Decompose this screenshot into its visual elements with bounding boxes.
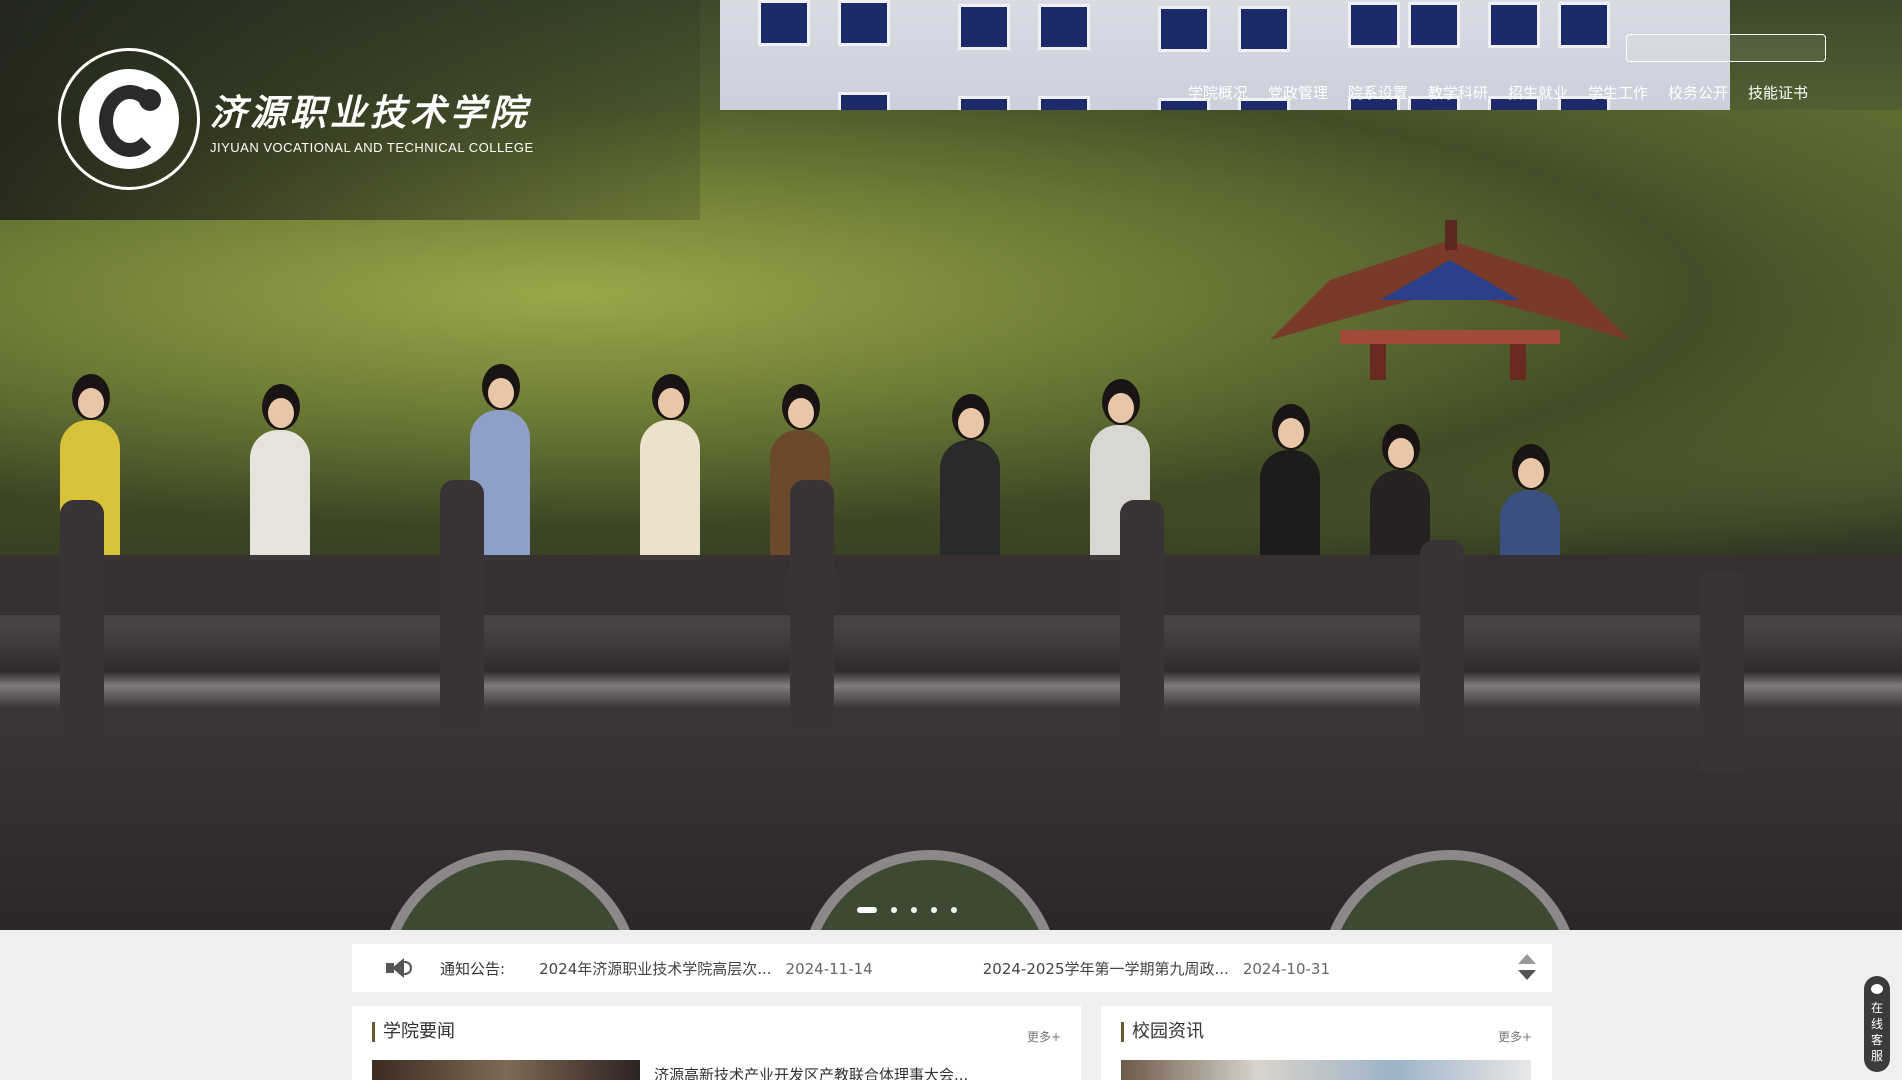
college-emblem-icon — [58, 48, 200, 190]
panel-title: 校园资讯 — [1121, 1022, 1204, 1042]
notice-date: 2024-11-14 — [785, 959, 873, 978]
slider-indicators — [857, 907, 957, 913]
nav-item-certificates[interactable]: 技能证书 — [1738, 82, 1818, 103]
pagoda-image — [1270, 220, 1630, 380]
notice-bar: 通知公告: 2024年济源职业技术学院高层次... 2024-11-14 2024… — [352, 944, 1552, 992]
search-input[interactable] — [1626, 34, 1826, 62]
notice-item[interactable]: 2024-2025学年第一学期第九周政... 2024-10-31 — [983, 958, 1330, 979]
slider-dot[interactable] — [891, 907, 897, 913]
campus-panel: 校园资讯 更多+ — [1101, 1006, 1552, 1080]
nav-item-admin[interactable]: 党政管理 — [1258, 82, 1338, 103]
nav-item-departments[interactable]: 院系设置 — [1338, 82, 1418, 103]
chat-icon — [1871, 984, 1883, 994]
panel-title: 学院要闻 — [372, 1022, 455, 1042]
campus-thumbnail[interactable] — [1121, 1060, 1531, 1080]
notice-date: 2024-10-31 — [1242, 959, 1330, 978]
more-link[interactable]: 更多+ — [1498, 1028, 1532, 1045]
nav-item-teaching[interactable]: 教学科研 — [1418, 82, 1498, 103]
service-label: 在线客服 — [1870, 1001, 1883, 1063]
online-service-button[interactable]: 在线客服 — [1864, 976, 1890, 1072]
notice-label: 通知公告: — [440, 959, 506, 978]
logo-chinese-name: 济源职业技术学院 — [210, 91, 531, 134]
nav-item-admissions[interactable]: 招生就业 — [1498, 82, 1578, 103]
slider-dot[interactable] — [931, 907, 937, 913]
arrow-down-icon[interactable] — [1518, 970, 1536, 980]
slider-dot[interactable] — [911, 907, 917, 913]
nav-item-students[interactable]: 学生工作 — [1578, 82, 1658, 103]
slider-dot[interactable] — [951, 907, 957, 913]
logo-english-name: JIYUAN VOCATIONAL AND TECHNICAL COLLEGE — [210, 139, 534, 155]
college-logo[interactable]: 济源职业技术学院 JIYUAN VOCATIONAL AND TECHNICAL… — [58, 48, 534, 190]
nav-item-about[interactable]: 学院概况 — [1178, 82, 1258, 103]
nav-item-affairs[interactable]: 校务公开 — [1658, 82, 1738, 103]
notice-title[interactable]: 2024年济源职业技术学院高层次... — [539, 960, 771, 978]
slider-dot[interactable] — [857, 907, 877, 913]
main-nav: 学院概况 党政管理 院系设置 教学科研 招生就业 学生工作 校务公开 技能证书 — [1178, 82, 1818, 103]
bridge-image — [0, 560, 1902, 930]
notice-scroll-arrows — [1518, 954, 1536, 982]
news-headline[interactable]: 济源高新技术产业开发区产教联合体理事大会... — [654, 1064, 968, 1080]
notice-title[interactable]: 2024-2025学年第一学期第九周政... — [983, 960, 1229, 978]
more-link[interactable]: 更多+ — [1027, 1028, 1061, 1045]
arrow-up-icon[interactable] — [1518, 954, 1536, 964]
news-panel: 学院要闻 更多+ 济源高新技术产业开发区产教联合体理事大会... — [352, 1006, 1081, 1080]
news-thumbnail[interactable] — [372, 1060, 640, 1080]
speaker-icon — [386, 957, 412, 979]
notice-item[interactable]: 2024年济源职业技术学院高层次... 2024-11-14 — [539, 958, 873, 979]
